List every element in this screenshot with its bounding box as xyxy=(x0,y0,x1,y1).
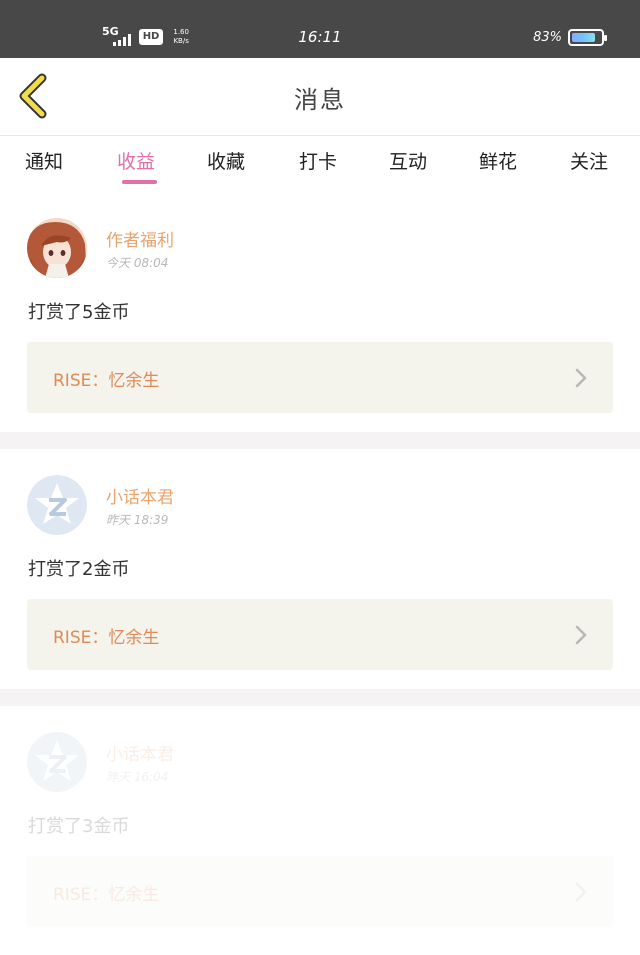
work-title: RISE：忆余生 xyxy=(53,628,160,648)
anime-avatar-icon xyxy=(27,218,87,278)
star-logo-icon xyxy=(27,732,87,792)
divider xyxy=(0,432,640,449)
message-time: 昨天 16:04 xyxy=(106,770,169,784)
tab-checkin[interactable]: 打卡 xyxy=(299,147,337,174)
header: 消息 xyxy=(0,58,640,136)
sender-name[interactable]: 小话本君 xyxy=(106,740,174,765)
sender-name[interactable]: 作者福利 xyxy=(106,226,174,251)
message-text: 打赏了5金币 xyxy=(28,302,130,323)
tab-notifications[interactable]: 通知 xyxy=(25,147,63,174)
message-card: 作者福利 今天 08:04 打赏了5金币 RISE：忆余生 xyxy=(0,200,640,440)
work-title: RISE：忆余生 xyxy=(53,885,160,905)
chevron-right-icon xyxy=(575,368,587,388)
work-link[interactable]: RISE：忆余生 xyxy=(27,599,613,670)
star-logo-icon xyxy=(27,475,87,535)
status-bar: 5G HD 1.60 KB/s 16:11 83% xyxy=(0,0,640,58)
avatar[interactable] xyxy=(27,475,87,535)
work-link[interactable]: RISE：忆余生 xyxy=(27,856,613,927)
message-card: 小话本君 昨天 18:39 打赏了2金币 RISE：忆余生 xyxy=(0,457,640,697)
message-time: 今天 08:04 xyxy=(106,256,169,270)
work-title: RISE：忆余生 xyxy=(53,371,160,391)
tab-favorites[interactable]: 收藏 xyxy=(207,147,245,174)
work-link[interactable]: RISE：忆余生 xyxy=(27,342,613,413)
tab-following[interactable]: 关注 xyxy=(570,147,608,174)
battery-icon xyxy=(568,29,607,46)
battery-indicator: 83% xyxy=(533,29,607,46)
avatar[interactable] xyxy=(27,218,87,278)
message-time: 昨天 18:39 xyxy=(106,513,169,527)
tab-flowers[interactable]: 鲜花 xyxy=(479,147,517,174)
page-title: 消息 xyxy=(294,86,346,114)
tab-interactions[interactable]: 互动 xyxy=(389,147,427,174)
active-tab-indicator xyxy=(122,180,157,184)
tab-earnings[interactable]: 收益 xyxy=(117,147,155,174)
message-text: 打赏了2金币 xyxy=(28,559,130,580)
message-card: 小话本君 昨天 16:04 打赏了3金币 RISE：忆余生 xyxy=(0,714,640,954)
chevron-right-icon xyxy=(575,882,587,902)
avatar[interactable] xyxy=(27,732,87,792)
battery-percent: 83% xyxy=(533,30,562,45)
sender-name[interactable]: 小话本君 xyxy=(106,483,174,508)
chevron-right-icon xyxy=(575,625,587,645)
divider xyxy=(0,689,640,706)
message-text: 打赏了3金币 xyxy=(28,816,130,837)
